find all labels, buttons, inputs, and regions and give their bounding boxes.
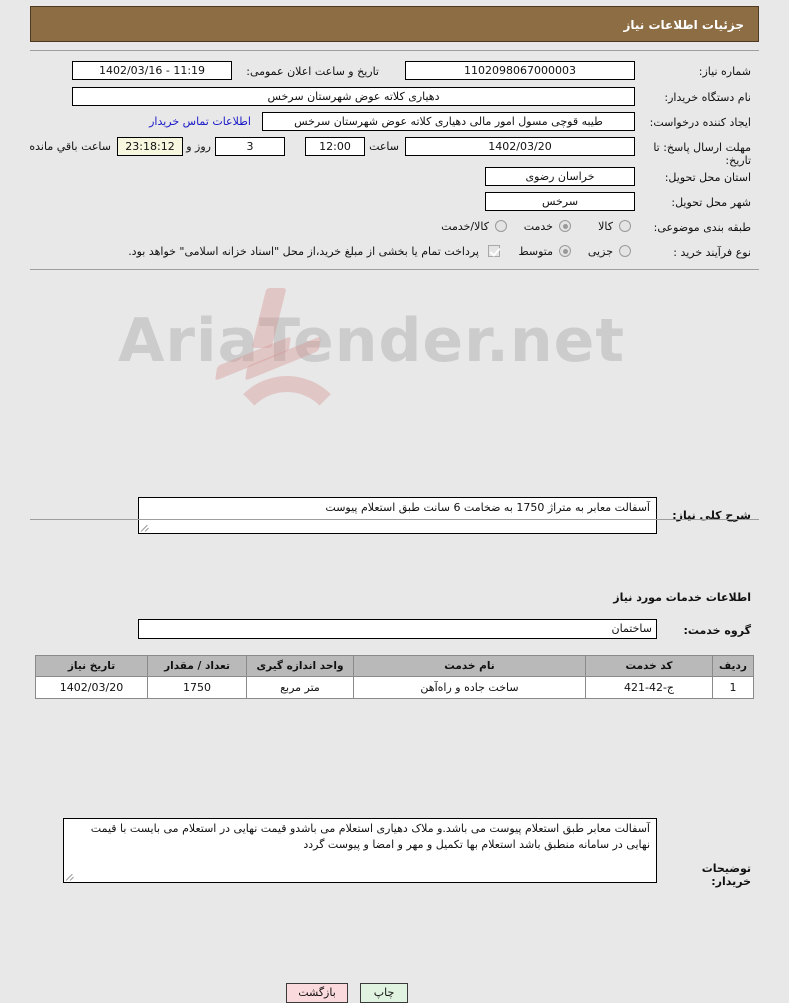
general-info-section: شماره نیاز: 1102098067000003 تاریخ و ساع…: [29, 51, 759, 269]
deadline-days-value: 3: [215, 137, 285, 156]
table-header-row: ردیف کد خدمت نام خدمت واحد اندازه گیری ت…: [35, 655, 754, 677]
buyer-notes-value[interactable]: آسفالت معابر طبق استعلام پیوست می باشد.و…: [63, 818, 657, 883]
cell-need-date: 1402/03/20: [35, 676, 148, 699]
treasury-bonds-checkbox[interactable]: [488, 245, 500, 257]
radio-subject-kala-label: کالا: [598, 220, 613, 233]
radio-subject-kala-khedmat-label: کالا/خدمت: [441, 220, 489, 233]
cell-row-no: 1: [712, 676, 754, 699]
cell-quantity: 1750: [147, 676, 247, 699]
buyer-notes-label: توضیحات خریدار:: [701, 862, 751, 888]
buyer-notes-section: توضیحات خریدار: آسفالت معابر طبق استعلام…: [30, 424, 759, 888]
request-creator-value: طیبه قوچی مسول امور مالی دهیاری کلاته عو…: [262, 112, 635, 131]
radio-subject-kala[interactable]: [619, 220, 631, 232]
cell-service-name: ساخت جاده و راه‌آهن: [353, 676, 586, 699]
buyer-contact-link[interactable]: اطلاعات تماس خریدار: [149, 115, 251, 128]
cell-service-code: ج-42-421: [585, 676, 713, 699]
city-value: سرخس: [485, 192, 635, 211]
col-unit: واحد اندازه گیری: [246, 655, 354, 677]
services-section: اطلاعات خدمات مورد نیاز گروه خدمت: ساختم…: [30, 319, 759, 699]
col-service-code: کد خدمت: [585, 655, 713, 677]
deadline-date-value: 1402/03/20: [405, 137, 635, 156]
radio-purchase-motavaset[interactable]: [559, 245, 571, 257]
table-row: 1 ج-42-421 ساخت جاده و راه‌آهن متر مربع …: [35, 676, 754, 699]
deadline-remaining-value: 23:18:12: [117, 137, 183, 156]
public-announce-value: 11:19 - 1402/03/16: [72, 61, 232, 80]
resize-grip-icon-notes[interactable]: [65, 871, 76, 881]
page-header: جزئیات اطلاعات نیاز: [30, 6, 759, 42]
cell-unit: متر مربع: [246, 676, 354, 699]
purchase-type-label: نوع فرآیند خرید :: [673, 246, 751, 259]
page-title: جزئیات اطلاعات نیاز: [623, 18, 744, 32]
print-button[interactable]: چاپ: [360, 983, 408, 1003]
radio-purchase-jozi-label: جزیی: [587, 245, 613, 258]
public-announce-label: تاریخ و ساعت اعلان عمومی:: [246, 65, 379, 78]
deadline-remaining-label: ساعت باقي مانده: [29, 140, 111, 153]
province-value: خراسان رضوی: [485, 167, 635, 186]
deadline-time-label: ساعت: [369, 140, 399, 153]
col-quantity: تعداد / مقدار: [147, 655, 247, 677]
service-group-label: گروه خدمت:: [683, 624, 751, 637]
footer-actions: چاپ بازگشت: [30, 502, 759, 1003]
back-button[interactable]: بازگشت: [286, 983, 348, 1003]
service-group-value: ساختمان: [138, 619, 657, 639]
buyer-notes-text: آسفالت معابر طبق استعلام پیوست می باشد.و…: [90, 822, 650, 851]
services-section-title: اطلاعات خدمات مورد نیاز: [613, 591, 751, 604]
radio-subject-kala-khedmat[interactable]: [495, 220, 507, 232]
buyer-org-value: دهیاری کلاته عوض شهرستان سرخس: [72, 87, 635, 106]
deadline-label: مهلت ارسال پاسخ: تا تاریخ:: [639, 141, 751, 167]
city-label: شهر محل تحویل:: [671, 196, 751, 209]
col-service-name: نام خدمت: [353, 655, 586, 677]
services-table: ردیف کد خدمت نام خدمت واحد اندازه گیری ت…: [35, 655, 754, 699]
subject-class-label: طبقه بندی موضوعی:: [653, 221, 751, 234]
need-number-value: 1102098067000003: [405, 61, 635, 80]
radio-subject-khedmat-label: خدمت: [523, 220, 553, 233]
deadline-days-label: روز و: [186, 140, 211, 153]
details-panel: شماره نیاز: 1102098067000003 تاریخ و ساع…: [29, 50, 759, 1003]
deadline-time-value: 12:00: [305, 137, 365, 156]
col-need-date: تاریخ نیاز: [35, 655, 148, 677]
col-row-no: ردیف: [712, 655, 754, 677]
treasury-bonds-note: پرداخت تمام یا بخشی از مبلغ خرید،از محل …: [128, 245, 479, 258]
general-desc-section: شرح کلی نیاز: آسفالت معابر به متراژ 1750…: [30, 269, 759, 534]
radio-subject-khedmat[interactable]: [559, 220, 571, 232]
request-creator-label: ایجاد کننده درخواست:: [649, 116, 751, 129]
need-number-label: شماره نیاز:: [698, 65, 751, 78]
radio-purchase-motavaset-label: متوسط: [518, 245, 553, 258]
radio-purchase-jozi[interactable]: [619, 245, 631, 257]
buyer-org-label: نام دستگاه خریدار:: [664, 91, 751, 104]
province-label: استان محل تحویل:: [664, 171, 751, 184]
deadline-label-text: مهلت ارسال پاسخ: تا تاریخ:: [653, 141, 751, 167]
